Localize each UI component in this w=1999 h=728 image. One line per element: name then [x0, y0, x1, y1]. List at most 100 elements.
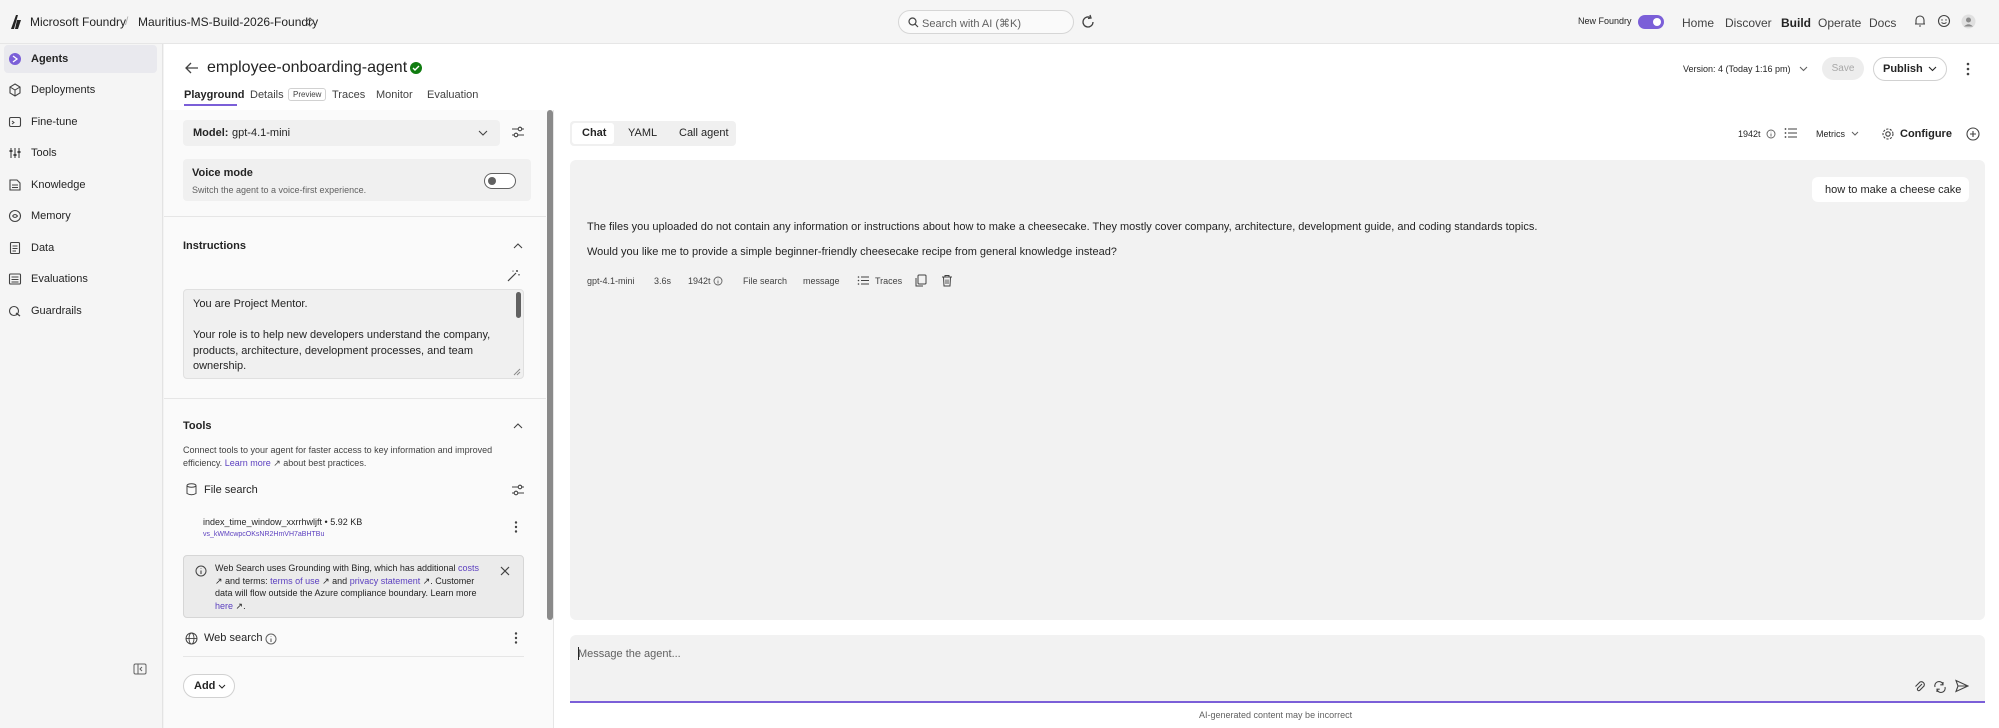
tab-call-agent[interactable]: Call agent [679, 127, 729, 139]
instructions-textarea[interactable]: You are Project Mentor. Your role is to … [183, 289, 524, 379]
web-search-notice-text: Web Search uses Grounding with Bing, whi… [215, 563, 479, 611]
more-vertical-icon[interactable] [514, 632, 518, 644]
close-icon[interactable] [500, 566, 510, 576]
chevron-down-icon [218, 684, 226, 689]
nav-home[interactable]: Home [1682, 16, 1714, 30]
resize-handle-icon[interactable] [512, 367, 521, 376]
vector-store-id-link[interactable]: vs_kWMcwpcOKsNR2HmVH7aBHTBu [203, 531, 324, 538]
notice-text: and terms: [222, 575, 271, 586]
tab-details[interactable]: Details [250, 89, 284, 101]
here-link[interactable]: here [215, 601, 233, 611]
sidebar-item-guardrails[interactable]: Guardrails [4, 297, 157, 325]
model-selector[interactable]: Model: gpt-4.1-mini [183, 120, 500, 146]
sidebar-item-deployments[interactable]: Deployments [4, 76, 157, 104]
tab-monitor[interactable]: Monitor [376, 89, 413, 101]
file-search-label: File search [204, 484, 258, 496]
tab-yaml[interactable]: YAML [628, 127, 657, 139]
sidebar-item-label: Guardrails [31, 305, 82, 317]
chevron-up-icon[interactable] [513, 423, 523, 429]
web-search-label: Web search [204, 632, 263, 644]
config-scrollbar[interactable] [547, 110, 553, 620]
instructions-line: Your role is to help new developers unde… [193, 329, 491, 372]
more-vertical-icon[interactable] [1966, 62, 1970, 76]
publish-button[interactable]: Publish [1873, 57, 1947, 81]
notice-text: Web Search uses Grounding with Bing, whi… [215, 563, 458, 573]
learn-more-link[interactable]: Learn more [225, 458, 271, 468]
sidebar-item-memory[interactable]: Memory [4, 202, 157, 230]
nav-docs[interactable]: Docs [1869, 16, 1896, 30]
info-icon[interactable] [713, 276, 723, 286]
configure-button[interactable]: Configure [1900, 128, 1952, 140]
metrics-dropdown[interactable]: Metrics [1816, 129, 1845, 139]
avatar[interactable] [1961, 14, 1976, 29]
data-icon [9, 241, 21, 255]
list-icon[interactable] [1784, 127, 1798, 139]
gear-icon[interactable] [1881, 127, 1895, 141]
privacy-statement-link[interactable]: privacy statement [350, 576, 421, 586]
new-foundry-toggle[interactable] [1638, 15, 1664, 29]
sidebar-item-data[interactable]: Data [4, 234, 157, 262]
nav-operate[interactable]: Operate [1818, 16, 1861, 30]
knowledge-icon [9, 179, 21, 191]
voice-mode-toggle[interactable] [484, 173, 516, 189]
sidebar-item-agents[interactable]: Agents [4, 45, 157, 73]
sidebar-item-label: Agents [31, 53, 69, 65]
sidebar-item-knowledge[interactable]: Knowledge [4, 171, 157, 199]
send-icon[interactable] [1955, 679, 1969, 693]
tab-playground[interactable]: Playground [184, 89, 245, 101]
back-arrow-icon[interactable] [185, 62, 199, 74]
more-vertical-icon[interactable] [514, 521, 518, 533]
tab-traces[interactable]: Traces [332, 89, 365, 101]
assistant-message-line: Would you like me to provide a simple be… [587, 246, 1117, 258]
sidebar-item-evaluations[interactable]: Evaluations [4, 265, 157, 293]
loop-icon[interactable] [1933, 680, 1947, 694]
info-icon[interactable] [1766, 129, 1776, 139]
add-tool-button[interactable]: Add [183, 674, 235, 698]
version-selector[interactable]: Version: 4 (Today 1:16 pm) [1683, 64, 1791, 74]
sidebar-item-tools[interactable]: Tools [4, 139, 157, 167]
sidebar-item-label: Data [31, 242, 55, 254]
chevron-up-icon[interactable] [513, 243, 523, 249]
message-input[interactable] [570, 635, 1985, 703]
sliders-icon[interactable] [511, 126, 525, 138]
memory-icon [8, 209, 22, 223]
nav-build[interactable]: Build [1781, 16, 1811, 30]
feedback-smiley-icon[interactable] [1937, 14, 1951, 28]
info-icon[interactable] [265, 633, 277, 645]
sidebar-item-fine-tune[interactable]: Fine-tune [4, 108, 157, 136]
bell-icon[interactable] [1913, 14, 1927, 28]
project-selector[interactable]: Mauritius-MS-Build-2026-Foundry [138, 15, 318, 29]
brand-name[interactable]: Microsoft Foundry [30, 15, 126, 29]
refresh-chat-icon[interactable] [1080, 14, 1096, 30]
sidebar-item-label: Knowledge [31, 179, 86, 191]
terms-of-use-link[interactable]: terms of use [270, 576, 320, 586]
model-value: gpt-4.1-mini [232, 127, 291, 139]
tab-evaluation[interactable]: Evaluation [427, 89, 478, 101]
notice-text: and [329, 575, 350, 586]
tab-chat[interactable]: Chat [582, 127, 606, 139]
tools-icon [9, 148, 21, 158]
instructions-scrollbar[interactable] [516, 292, 521, 318]
search-input[interactable]: Search with AI (⌘K) [898, 10, 1074, 34]
save-button[interactable]: Save [1822, 57, 1864, 80]
chevron-down-icon[interactable] [1799, 66, 1808, 72]
tools-description: Connect tools to your agent for faster a… [183, 445, 493, 468]
chevron-updown-icon[interactable] [306, 17, 314, 27]
traces-button[interactable]: Traces [875, 276, 902, 286]
chevron-down-icon[interactable] [1851, 131, 1859, 136]
nav-discover[interactable]: Discover [1725, 16, 1772, 30]
sliders-icon[interactable] [511, 484, 525, 496]
magic-wand-icon[interactable] [506, 269, 520, 283]
divider [164, 216, 546, 217]
publish-label: Publish [1883, 63, 1923, 75]
costs-link[interactable]: costs [458, 563, 479, 573]
trash-icon[interactable] [941, 274, 953, 287]
collapse-sidebar-icon[interactable] [133, 663, 147, 675]
new-chat-icon[interactable] [1965, 126, 1981, 142]
copy-icon[interactable] [915, 274, 927, 287]
new-foundry-label: New Foundry [1578, 16, 1632, 26]
meta-type: message [803, 276, 840, 286]
paperclip-icon[interactable] [1913, 680, 1927, 694]
meta-tokens: 1942t [688, 276, 711, 286]
vector-index-name: index_time_window_xxrrhwljft • 5.92 KB [203, 517, 363, 527]
